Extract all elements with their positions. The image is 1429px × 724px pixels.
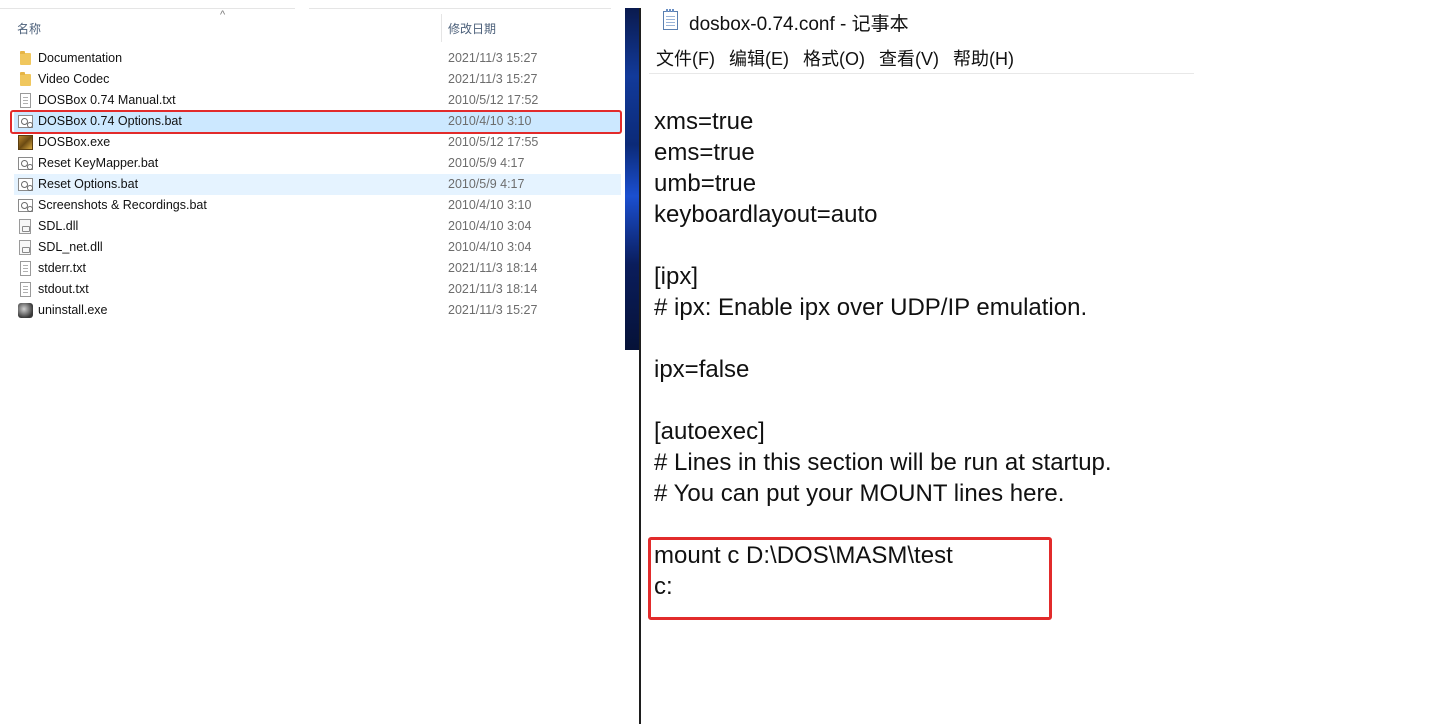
file-name: Screenshots & Recordings.bat — [38, 198, 207, 212]
desktop-background — [625, 8, 639, 350]
file-row[interactable]: Reset KeyMapper.bat 2010/5/9 4:17 — [14, 153, 621, 174]
file-date: 2021/11/3 18:14 — [448, 261, 538, 275]
file-date: 2010/5/12 17:52 — [448, 93, 539, 107]
file-date: 2021/11/3 15:27 — [448, 72, 538, 86]
file-name: stdout.txt — [38, 282, 89, 296]
file-name: stderr.txt — [38, 261, 86, 275]
folder-icon — [20, 72, 31, 86]
file-name: SDL.dll — [38, 219, 79, 233]
file-date: 2010/4/10 3:04 — [448, 219, 532, 233]
file-explorer: ^ 名称 修改日期 Documentation 2021/11/3 15:27 … — [0, 0, 625, 724]
header-divider — [309, 8, 611, 9]
text-line — [654, 230, 1414, 261]
text-line: ems=true — [654, 139, 755, 166]
text-file-icon — [20, 282, 31, 297]
file-row[interactable]: SDL_net.dll 2010/4/10 3:04 — [14, 237, 621, 258]
column-header-date-modified[interactable]: 修改日期 — [448, 20, 496, 37]
menu-help[interactable]: 帮助(H) — [953, 46, 1014, 72]
annotation-highlight-box — [10, 110, 622, 134]
menu-bar: 文件(F) 编辑(E) 格式(O) 查看(V) 帮助(H) — [656, 46, 1014, 72]
dll-file-icon — [19, 219, 31, 234]
file-date: 2010/5/12 17:55 — [448, 135, 539, 149]
text-line: ipx=false — [654, 356, 750, 383]
column-separator[interactable] — [441, 14, 442, 42]
text-line: [ipx] — [654, 263, 699, 290]
text-line: umb=true — [654, 170, 757, 197]
text-line: # Lines in this section will be run at s… — [654, 449, 1112, 476]
text-line: keyboardlayout=auto — [654, 201, 878, 228]
column-header-name[interactable]: 名称 — [17, 20, 41, 37]
menu-edit[interactable]: 编辑(E) — [729, 46, 789, 72]
file-date: 2010/5/9 4:17 — [448, 177, 525, 191]
file-name: Reset KeyMapper.bat — [38, 156, 159, 170]
file-row[interactable]: stdout.txt 2021/11/3 18:14 — [14, 279, 621, 300]
file-row[interactable]: DOSBox.exe 2010/5/12 17:55 — [14, 132, 621, 153]
batch-file-icon — [18, 157, 33, 170]
file-date: 2021/11/3 15:27 — [448, 51, 538, 65]
dosbox-exe-icon — [18, 135, 33, 150]
file-date: 2010/5/9 4:17 — [448, 156, 525, 170]
notepad-icon — [663, 9, 678, 30]
file-name: Documentation — [38, 51, 123, 65]
text-file-icon — [20, 93, 31, 108]
text-line: xms=true — [654, 108, 754, 135]
batch-file-icon — [18, 178, 33, 191]
file-row[interactable]: Video Codec 2021/11/3 15:27 — [14, 69, 621, 90]
text-line: [autoexec] — [654, 418, 765, 445]
sort-ascending-icon: ^ — [220, 9, 226, 21]
file-date: 2021/11/3 15:27 — [448, 303, 538, 317]
file-row[interactable]: SDL.dll 2010/4/10 3:04 — [14, 216, 621, 237]
text-line — [654, 509, 1414, 540]
text-line: # ipx: Enable ipx over UDP/IP emulation. — [654, 294, 1088, 321]
annotation-highlight-box — [648, 537, 1052, 620]
file-date: 2010/4/10 3:10 — [448, 198, 532, 212]
dll-file-icon — [19, 240, 31, 255]
file-name: Reset Options.bat — [38, 177, 139, 191]
text-line — [654, 385, 1414, 416]
uninstall-exe-icon — [18, 303, 33, 318]
menu-format[interactable]: 格式(O) — [803, 46, 865, 72]
file-row[interactable]: uninstall.exe 2021/11/3 15:27 — [14, 300, 621, 321]
file-row[interactable]: stderr.txt 2021/11/3 18:14 — [14, 258, 621, 279]
text-file-icon — [20, 261, 31, 276]
file-row-hover[interactable]: Reset Options.bat 2010/5/9 4:17 — [14, 174, 621, 195]
file-row[interactable]: Documentation 2021/11/3 15:27 — [14, 48, 621, 69]
file-name: DOSBox.exe — [38, 135, 111, 149]
file-name: DOSBox 0.74 Manual.txt — [38, 93, 176, 107]
text-line: # You can put your MOUNT lines here. — [654, 480, 1065, 507]
header-divider — [0, 8, 295, 9]
file-name: SDL_net.dll — [38, 240, 103, 254]
file-name: uninstall.exe — [38, 303, 108, 317]
file-date: 2021/11/3 18:14 — [448, 282, 538, 296]
file-row[interactable]: Screenshots & Recordings.bat 2010/4/10 3… — [14, 195, 621, 216]
menu-separator — [649, 73, 1194, 74]
window-title: dosbox-0.74.conf - 记事本 — [689, 14, 909, 35]
batch-file-icon — [18, 199, 33, 212]
menu-file[interactable]: 文件(F) — [656, 46, 715, 72]
file-date: 2010/4/10 3:04 — [448, 240, 532, 254]
file-row[interactable]: DOSBox 0.74 Manual.txt 2010/5/12 17:52 — [14, 90, 621, 111]
file-name: Video Codec — [38, 72, 110, 86]
text-line — [654, 323, 1414, 354]
text-editor-area[interactable]: xms=true ems=true umb=true keyboardlayou… — [654, 106, 1414, 602]
menu-view[interactable]: 查看(V) — [879, 46, 939, 72]
folder-icon — [20, 51, 31, 65]
